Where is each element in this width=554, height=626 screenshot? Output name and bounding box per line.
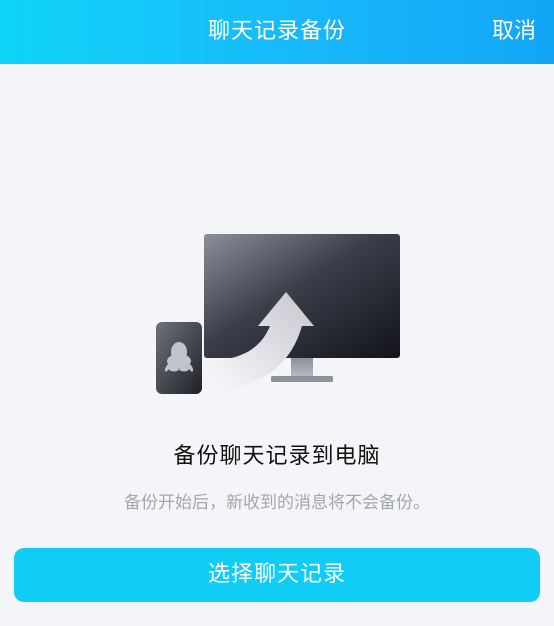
backup-headline: 备份聊天记录到电脑 xyxy=(173,444,381,469)
top-bar: 聊天记录备份 取消 xyxy=(0,0,554,64)
cancel-button[interactable]: 取消 xyxy=(492,0,536,64)
phone-to-desktop-upload-icon xyxy=(150,228,410,398)
select-chat-history-button[interactable]: 选择聊天记录 xyxy=(14,548,540,602)
phone-icon xyxy=(156,322,202,394)
page-title: 聊天记录备份 xyxy=(207,19,346,44)
backup-description: 备份开始后，新收到的消息将不会备份。 xyxy=(124,493,430,513)
